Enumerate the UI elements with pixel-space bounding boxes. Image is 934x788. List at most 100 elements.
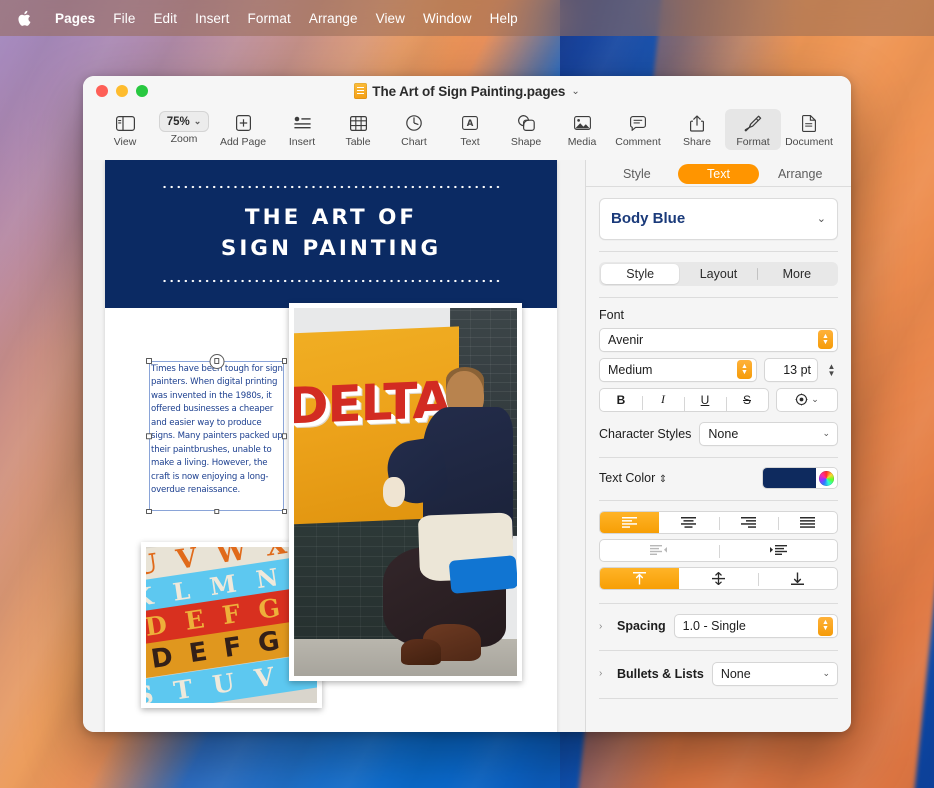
close-button[interactable] (96, 85, 108, 97)
insert-label: Insert (289, 136, 315, 148)
media-label: Media (568, 136, 597, 148)
view-sidebar-icon (116, 111, 135, 135)
font-family-dropdown[interactable]: Avenir ▲▼ (599, 328, 838, 352)
shape-button[interactable]: Shape (498, 109, 554, 148)
menu-item-view[interactable]: View (367, 10, 414, 27)
media-button[interactable]: Media (554, 109, 610, 148)
menu-item-file[interactable]: File (104, 10, 144, 27)
dotted-rule-bottom (161, 279, 501, 283)
resize-handle-top-left[interactable] (146, 358, 152, 364)
tab-style[interactable]: Style (596, 164, 678, 184)
table-button[interactable]: Table (330, 109, 386, 148)
font-options-button[interactable]: ⌄ (776, 388, 838, 412)
document-page[interactable]: THE ART OF SIGN PAINTING U V W X Y J K L… (105, 160, 557, 732)
font-size-value: 13 pt (783, 363, 811, 377)
text-color-swatch[interactable] (763, 468, 816, 488)
font-weight-dropdown[interactable]: Medium ▲▼ (599, 358, 757, 382)
bullets-value: None (721, 667, 823, 681)
share-button[interactable]: Share (669, 109, 725, 148)
increase-indent-button[interactable] (719, 540, 838, 561)
align-middle-icon (712, 572, 725, 585)
align-left-button[interactable] (600, 512, 659, 533)
align-top-button[interactable] (600, 568, 679, 589)
resize-handle-bottom-center[interactable] (214, 509, 220, 515)
decrease-indent-button[interactable] (600, 540, 719, 561)
indent-group (599, 539, 838, 562)
title-chevron-down-icon[interactable]: ⌄ (571, 86, 579, 97)
swap-colors-icon[interactable]: ⇕ (659, 474, 667, 485)
strikethrough-button[interactable]: S (726, 393, 768, 407)
font-size-field[interactable]: 13 pt (764, 358, 818, 382)
underline-button[interactable]: U (684, 393, 726, 407)
spacing-disclosure-icon[interactable]: › (599, 621, 609, 632)
comment-icon (630, 111, 646, 135)
spacing-dropdown[interactable]: 1.0 - Single ▲▼ (674, 614, 838, 638)
menu-item-format[interactable]: Format (238, 10, 299, 27)
subtab-layout[interactable]: Layout (679, 264, 757, 284)
document-canvas[interactable]: THE ART OF SIGN PAINTING U V W X Y J K L… (83, 160, 585, 732)
view-button[interactable]: View (97, 109, 153, 148)
bullets-disclosure-icon[interactable]: › (599, 668, 609, 679)
sign-painter-photo[interactable]: DELTA (289, 303, 522, 681)
align-justify-button[interactable] (778, 512, 837, 533)
subtab-more[interactable]: More (758, 264, 836, 284)
font-weight-size-row: Medium ▲▼ 13 pt ▲▼ (599, 358, 838, 382)
text-color-swatch-group[interactable] (762, 467, 838, 489)
text-button[interactable]: A Text (442, 109, 498, 148)
resize-handle-bottom-left[interactable] (146, 509, 152, 515)
spacing-stepper-icon[interactable]: ▲▼ (818, 617, 833, 636)
minimize-button[interactable] (116, 85, 128, 97)
resize-handle-bottom-right[interactable] (282, 509, 288, 515)
bullets-row: › Bullets & Lists None ⌄ (599, 662, 838, 686)
align-middle-button[interactable] (679, 568, 758, 589)
subtab-style[interactable]: Style (601, 264, 679, 284)
format-button[interactable]: Format (725, 109, 781, 150)
zoom-dropdown[interactable]: 75% ⌄ (159, 111, 210, 132)
font-family-value: Avenir (608, 333, 818, 347)
comment-label: Comment (615, 136, 661, 148)
format-inspector-panel: Style Text Arrange Body Blue ⌄ Style Lay… (585, 160, 851, 732)
menu-item-arrange[interactable]: Arrange (300, 10, 367, 27)
character-styles-dropdown[interactable]: None ⌄ (699, 422, 838, 446)
document-button[interactable]: Document (781, 109, 837, 148)
page-title: THE ART OF SIGN PAINTING (221, 203, 441, 264)
photo-painter-shoe-back (401, 639, 441, 665)
body-text[interactable]: Times have been tough for sign painters.… (151, 363, 287, 498)
svg-text:A: A (467, 119, 474, 129)
menu-item-insert[interactable]: Insert (186, 10, 238, 27)
paragraph-style-dropdown[interactable]: Body Blue ⌄ (599, 198, 838, 240)
character-styles-label: Character Styles (599, 427, 691, 441)
resize-handle-middle-right[interactable] (282, 433, 288, 439)
apple-logo-icon[interactable] (14, 7, 36, 29)
comment-button[interactable]: Comment (610, 109, 666, 148)
font-family-stepper-icon[interactable]: ▲▼ (818, 330, 833, 349)
color-wheel-button[interactable] (816, 468, 837, 488)
menu-item-help[interactable]: Help (481, 10, 527, 27)
resize-handle-top-right[interactable] (282, 358, 288, 364)
menu-item-window[interactable]: Window (414, 10, 481, 27)
resize-handle-middle-left[interactable] (146, 433, 152, 439)
align-right-button[interactable] (719, 512, 778, 533)
tab-text[interactable]: Text (678, 164, 760, 184)
font-weight-stepper-icon[interactable]: ▲▼ (737, 360, 752, 379)
zoom-control[interactable]: 75% ⌄ Zoom (153, 109, 215, 145)
pages-app-window: The Art of Sign Painting.pages ⌄ View 75… (83, 76, 851, 732)
add-page-button[interactable]: Add Page (215, 109, 271, 148)
menu-item-edit[interactable]: Edit (144, 10, 186, 27)
menu-item-pages[interactable]: Pages (46, 10, 104, 27)
align-center-button[interactable] (659, 512, 718, 533)
insert-button[interactable]: Insert (274, 109, 330, 148)
tab-arrange[interactable]: Arrange (759, 164, 841, 184)
align-bottom-button[interactable] (758, 568, 837, 589)
bullets-dropdown[interactable]: None ⌄ (712, 662, 838, 686)
dotted-rule-top (161, 185, 501, 189)
add-page-icon (236, 111, 251, 135)
chart-button[interactable]: Chart (386, 109, 442, 148)
font-size-stepper-icon[interactable]: ▲▼ (825, 360, 838, 380)
italic-button[interactable]: I (642, 392, 684, 407)
align-bottom-icon (791, 572, 804, 585)
maximize-button[interactable] (136, 85, 148, 97)
resize-handle-top-center[interactable] (214, 358, 220, 364)
bold-button[interactable]: B (600, 393, 642, 407)
body-text-box[interactable]: Times have been tough for sign painters.… (149, 361, 284, 511)
